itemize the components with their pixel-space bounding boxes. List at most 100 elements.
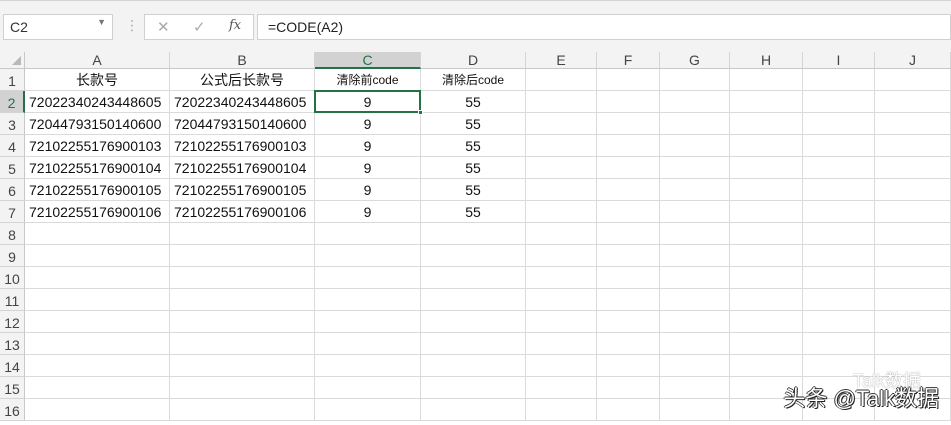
cell-D2[interactable]: 55 <box>421 91 526 113</box>
cell-C7[interactable]: 9 <box>315 201 421 223</box>
cell-C3[interactable]: 9 <box>315 113 421 135</box>
cell-E9[interactable] <box>526 245 597 267</box>
row-header-12[interactable]: 12 <box>0 311 25 333</box>
column-header-G[interactable]: G <box>660 52 730 69</box>
cell-D16[interactable] <box>421 399 526 421</box>
cell-J4[interactable] <box>875 135 951 157</box>
cell-E1[interactable] <box>526 69 597 91</box>
cell-B16[interactable] <box>170 399 315 421</box>
cell-B13[interactable] <box>170 333 315 355</box>
cell-H12[interactable] <box>730 311 803 333</box>
cell-F13[interactable] <box>597 333 660 355</box>
cell-G6[interactable] <box>660 179 730 201</box>
cell-H7[interactable] <box>730 201 803 223</box>
row-header-2[interactable]: 2 <box>0 91 25 113</box>
cell-J6[interactable] <box>875 179 951 201</box>
cell-B9[interactable] <box>170 245 315 267</box>
row-header-4[interactable]: 4 <box>0 135 25 157</box>
column-header-I[interactable]: I <box>803 52 875 69</box>
cell-J1[interactable] <box>875 69 951 91</box>
cell-D9[interactable] <box>421 245 526 267</box>
cell-B10[interactable] <box>170 267 315 289</box>
row-header-15[interactable]: 15 <box>0 377 25 399</box>
cell-C16[interactable] <box>315 399 421 421</box>
cell-I9[interactable] <box>803 245 875 267</box>
cell-F5[interactable] <box>597 157 660 179</box>
cell-J11[interactable] <box>875 289 951 311</box>
cell-A6[interactable]: 72102255176900105 <box>25 179 170 201</box>
cell-B6[interactable]: 72102255176900105 <box>170 179 315 201</box>
cell-D5[interactable]: 55 <box>421 157 526 179</box>
cell-F16[interactable] <box>597 399 660 421</box>
cell-I10[interactable] <box>803 267 875 289</box>
cell-F9[interactable] <box>597 245 660 267</box>
cell-H3[interactable] <box>730 113 803 135</box>
cell-D13[interactable] <box>421 333 526 355</box>
cell-I7[interactable] <box>803 201 875 223</box>
cell-G15[interactable] <box>660 377 730 399</box>
cell-D14[interactable] <box>421 355 526 377</box>
cell-F10[interactable] <box>597 267 660 289</box>
cell-I6[interactable] <box>803 179 875 201</box>
cell-H2[interactable] <box>730 91 803 113</box>
cell-F7[interactable] <box>597 201 660 223</box>
cell-H5[interactable] <box>730 157 803 179</box>
cell-B2[interactable]: 72022340243448605 <box>170 91 315 113</box>
cell-B1[interactable]: 公式后长款号 <box>170 69 315 91</box>
chevron-down-icon[interactable]: ▼ <box>97 17 106 27</box>
cell-I2[interactable] <box>803 91 875 113</box>
column-header-B[interactable]: B <box>170 52 315 69</box>
cell-I3[interactable] <box>803 113 875 135</box>
cell-C11[interactable] <box>315 289 421 311</box>
cell-F12[interactable] <box>597 311 660 333</box>
cell-E14[interactable] <box>526 355 597 377</box>
cell-G7[interactable] <box>660 201 730 223</box>
cell-A2[interactable]: 72022340243448605 <box>25 91 170 113</box>
cell-C12[interactable] <box>315 311 421 333</box>
cell-I13[interactable] <box>803 333 875 355</box>
cell-F2[interactable] <box>597 91 660 113</box>
cell-E4[interactable] <box>526 135 597 157</box>
cell-I8[interactable] <box>803 223 875 245</box>
cell-F11[interactable] <box>597 289 660 311</box>
cell-H11[interactable] <box>730 289 803 311</box>
cell-J12[interactable] <box>875 311 951 333</box>
cell-A10[interactable] <box>25 267 170 289</box>
cell-I1[interactable] <box>803 69 875 91</box>
cell-G14[interactable] <box>660 355 730 377</box>
cell-C4[interactable]: 9 <box>315 135 421 157</box>
cell-E16[interactable] <box>526 399 597 421</box>
cell-A5[interactable]: 72102255176900104 <box>25 157 170 179</box>
row-header-10[interactable]: 10 <box>0 267 25 289</box>
cell-B8[interactable] <box>170 223 315 245</box>
column-header-F[interactable]: F <box>597 52 660 69</box>
row-header-7[interactable]: 7 <box>0 201 25 223</box>
cell-E12[interactable] <box>526 311 597 333</box>
cell-D4[interactable]: 55 <box>421 135 526 157</box>
cell-G3[interactable] <box>660 113 730 135</box>
cell-A1[interactable]: 长款号 <box>25 69 170 91</box>
cell-D3[interactable]: 55 <box>421 113 526 135</box>
cell-C8[interactable] <box>315 223 421 245</box>
cell-G10[interactable] <box>660 267 730 289</box>
cell-G12[interactable] <box>660 311 730 333</box>
cell-C15[interactable] <box>315 377 421 399</box>
name-box[interactable]: C2 ▼ <box>3 14 113 40</box>
cell-E2[interactable] <box>526 91 597 113</box>
column-header-D[interactable]: D <box>421 52 526 69</box>
cell-J9[interactable] <box>875 245 951 267</box>
cell-E7[interactable] <box>526 201 597 223</box>
cell-E10[interactable] <box>526 267 597 289</box>
fill-handle[interactable] <box>418 110 423 115</box>
cell-A16[interactable] <box>25 399 170 421</box>
cell-D12[interactable] <box>421 311 526 333</box>
cell-C13[interactable] <box>315 333 421 355</box>
cell-C2[interactable]: 9 <box>315 91 421 113</box>
column-header-C[interactable]: C <box>315 52 421 69</box>
cell-I5[interactable] <box>803 157 875 179</box>
enter-icon[interactable]: ✓ <box>193 18 206 36</box>
cell-H4[interactable] <box>730 135 803 157</box>
cell-C6[interactable]: 9 <box>315 179 421 201</box>
cell-J13[interactable] <box>875 333 951 355</box>
cell-F1[interactable] <box>597 69 660 91</box>
